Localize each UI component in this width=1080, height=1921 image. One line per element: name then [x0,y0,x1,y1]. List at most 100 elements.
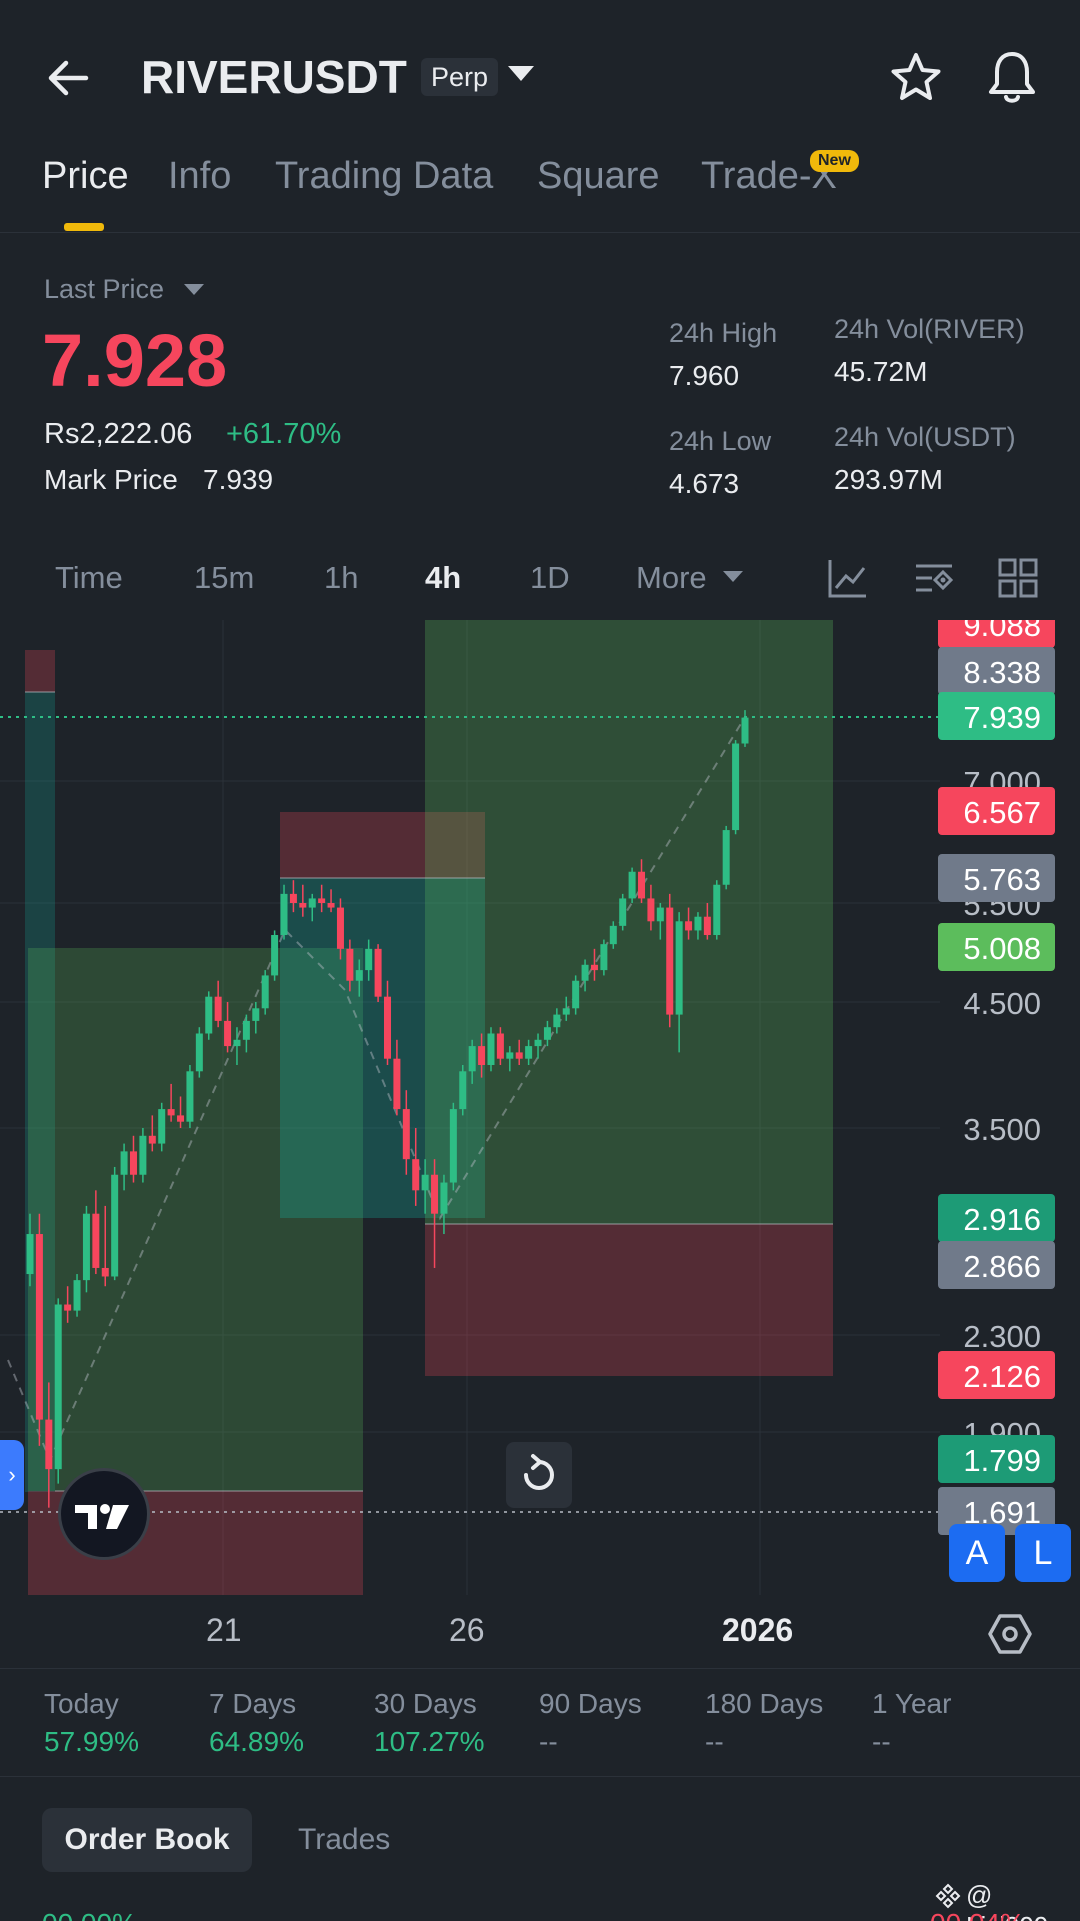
tab-info[interactable]: Info [168,155,231,198]
last-price-label[interactable]: Last Price [44,274,164,305]
symbol-title[interactable]: RIVERUSDT [141,50,407,104]
tradingview-logo-icon [75,1504,129,1529]
candle-body [694,916,702,931]
price-tag-label: 2.916 [963,1202,1041,1237]
price-tag-label: 9.088 [963,620,1041,643]
caret-down-icon[interactable] [184,284,204,295]
expand-drawer-button[interactable]: › [0,1440,24,1510]
candle-body [205,996,213,1034]
chart-settings-icon[interactable] [912,556,956,600]
candle-body [449,1109,457,1183]
perf-value-today: 57.99% [44,1726,139,1757]
perf-value-7d: 64.89% [209,1726,304,1757]
tab-square[interactable]: Square [537,155,660,198]
candle-body [609,925,617,945]
vol-quote-label: 24h Vol(USDT) [834,422,1016,452]
candle-body [741,717,749,744]
candle-body [280,893,288,936]
binance-logo-icon [935,1883,961,1909]
price-tag-label: 2.866 [963,1249,1041,1284]
y-axis-label: 4.500 [963,986,1041,1021]
tradingview-logo [58,1468,150,1560]
tab-trading-data[interactable]: Trading Data [275,155,493,198]
candle-body [553,1014,561,1028]
low-label: 24h Low [669,426,772,456]
candle-body [54,1304,62,1470]
candle-body [167,1109,175,1116]
candle-body [374,948,382,997]
candle-body [318,898,326,903]
candle-body [515,1052,523,1059]
candle-body [675,921,683,1015]
perf-value-180d: -- [705,1726,724,1757]
candle-body [365,948,373,971]
perf-label-180d: 180 Days [705,1688,824,1719]
candle-body [656,907,664,922]
candle-body [327,903,335,908]
mark-price: 7.939 [203,464,274,495]
back-arrow-icon[interactable] [42,52,94,104]
candle-body [496,1033,504,1059]
tab-price[interactable]: Price [42,155,129,198]
candle-body [619,898,627,926]
candle-body [308,898,316,908]
refresh-icon [524,1454,554,1490]
candle-body [543,1027,551,1040]
candle-body [129,1151,137,1175]
perf-label-today: Today [44,1688,119,1719]
vol-base-value: 45.72M [834,356,928,387]
candle-body [487,1033,495,1065]
x-axis-label: 26 [449,1612,485,1648]
layout-grid-icon[interactable] [996,556,1040,600]
y-axis-label: 3.500 [963,1112,1041,1147]
perf-label-1y: 1 Year [872,1688,952,1719]
perf-label-90d: 90 Days [539,1688,642,1719]
candle-body [412,1159,420,1191]
caret-down-icon[interactable] [723,571,743,582]
vol-base-label: 24h Vol(RIVER) [834,314,1025,344]
change-percent: +61.70% [226,418,342,450]
interval-15m[interactable]: 15m [194,560,254,596]
candle-body [581,964,589,981]
candle-body [506,1052,514,1059]
interval-4h[interactable]: 4h [425,560,461,596]
last-price: 7.928 [42,319,228,402]
candle-body [224,1020,232,1047]
perf-value-30d: 107.27% [374,1726,485,1757]
candle-body [628,871,636,899]
mark-price-label: Mark Price [44,464,178,495]
candle-body [440,1182,448,1214]
indicator-icon[interactable] [826,556,870,600]
low-value: 4.673 [669,468,740,499]
candle-body [252,1008,260,1021]
auto-scale-button[interactable]: A [949,1524,1005,1582]
bell-icon[interactable] [984,48,1040,106]
interval-1d[interactable]: 1D [530,560,570,596]
candle-body [120,1151,128,1175]
candle-body [177,1115,185,1122]
reset-chart-button[interactable] [506,1442,572,1508]
candle-body [534,1039,542,1047]
candle-body [525,1046,533,1059]
star-icon[interactable] [888,50,944,106]
interval-more[interactable]: More [636,560,707,596]
interval-1h[interactable]: 1h [324,560,358,596]
candle-body [393,1058,401,1110]
price-tag-label: 1.799 [963,1443,1041,1478]
candle-body [384,996,391,1059]
interval-time[interactable]: Time [55,560,123,596]
high-label: 24h High [669,318,778,348]
candle-body [336,907,344,949]
divider [0,1668,1080,1669]
settings-hexagon-icon[interactable] [988,1612,1032,1656]
candle-body [73,1280,81,1311]
price-tag-label: 8.338 [963,655,1041,690]
candle-body [459,1071,467,1110]
tab-trades[interactable]: Trades [298,1808,390,1872]
tab-order-book[interactable]: Order Book [42,1808,252,1872]
candle-body [26,1234,34,1275]
log-scale-button[interactable]: L [1015,1524,1071,1582]
header: RIVERUSDT Perp [0,0,1080,150]
chevron-down-icon[interactable] [508,66,534,81]
candle-body [600,944,608,971]
